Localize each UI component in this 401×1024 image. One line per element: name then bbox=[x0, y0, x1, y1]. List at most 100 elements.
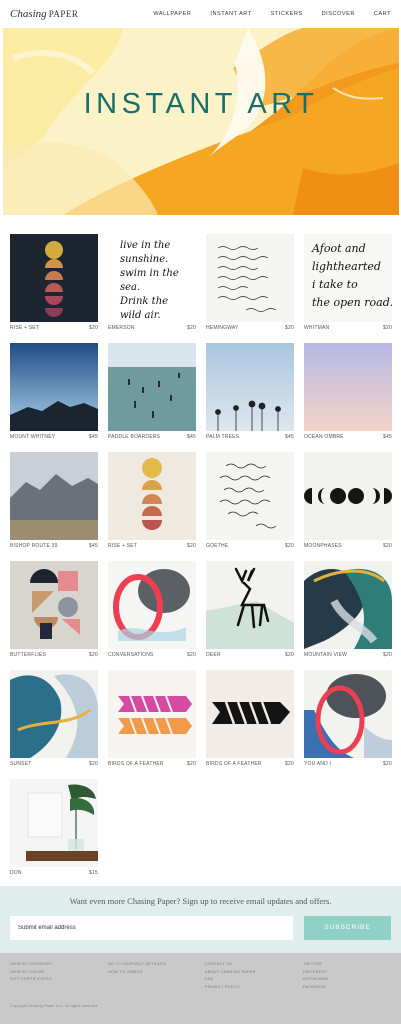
product-name: DEER bbox=[206, 652, 221, 658]
product-image[interactable] bbox=[206, 670, 294, 758]
product-card[interactable]: live in the sunshine. swim in the sea. D… bbox=[108, 234, 196, 336]
product-name: BUTTERFLIES bbox=[10, 652, 47, 658]
product-price: $20 bbox=[285, 761, 294, 767]
product-card[interactable]: Afoot and lighthearted i take to the ope… bbox=[304, 234, 392, 336]
hero-banner: INSTANT ART bbox=[3, 28, 399, 215]
product-image[interactable] bbox=[10, 670, 98, 758]
product-card[interactable]: BUTTERFLIES $20 bbox=[10, 561, 98, 663]
product-name: RISE + SET bbox=[108, 543, 138, 549]
product-image[interactable]: live in the sunshine. swim in the sea. D… bbox=[108, 234, 196, 322]
product-price: $20 bbox=[285, 325, 294, 331]
footer-link[interactable]: VIEW BY COLOR bbox=[10, 969, 53, 977]
svg-text:swim in the: swim in the bbox=[120, 268, 179, 279]
nav-stickers[interactable]: STICKERS bbox=[271, 11, 303, 17]
footer-link[interactable]: ABOUT CHASING PAPER bbox=[205, 969, 256, 977]
logo-script: Chasing bbox=[10, 8, 47, 20]
product-image[interactable] bbox=[304, 561, 392, 649]
product-card[interactable]: MOUNTAIN VIEW $20 bbox=[304, 561, 392, 663]
product-image[interactable] bbox=[206, 234, 294, 322]
svg-text:sea.: sea. bbox=[120, 282, 140, 293]
svg-text:Drink the: Drink the bbox=[119, 296, 168, 307]
product-card[interactable]: BISHOP ROUTE 39 $45 bbox=[10, 452, 98, 554]
product-card[interactable]: RISE + SET $20 bbox=[108, 452, 196, 554]
svg-text:the open road.: the open road. bbox=[312, 296, 392, 309]
product-price: $20 bbox=[383, 325, 392, 331]
nav-discover[interactable]: DISCOVER bbox=[322, 11, 355, 17]
product-card[interactable]: BIRDS OF A FEATHER $20 bbox=[206, 670, 294, 772]
logo-caps: PAPER bbox=[48, 9, 79, 19]
footer-link[interactable]: PINTEREST bbox=[303, 969, 328, 977]
product-name: BISHOP ROUTE 39 bbox=[10, 543, 58, 549]
footer-link[interactable]: INSTAGRAM bbox=[303, 976, 328, 984]
product-card[interactable]: PALM TREES $45 bbox=[206, 343, 294, 445]
product-card[interactable]: HEMINGWAY $20 bbox=[206, 234, 294, 336]
product-card[interactable]: YOU AND I $20 bbox=[304, 670, 392, 772]
product-price: $20 bbox=[187, 761, 196, 767]
footer-link[interactable]: CONTACT US bbox=[205, 961, 256, 969]
nav-instant-art[interactable]: INSTANT ART bbox=[210, 11, 251, 17]
product-image[interactable] bbox=[304, 343, 392, 431]
product-name: BIRDS OF A FEATHER bbox=[108, 761, 164, 767]
product-image[interactable] bbox=[108, 343, 196, 431]
product-name: SUNSET bbox=[10, 761, 32, 767]
product-name: HEMINGWAY bbox=[206, 325, 239, 331]
product-price: $20 bbox=[187, 325, 196, 331]
product-card[interactable]: OCEAN OMBRE $45 bbox=[304, 343, 392, 445]
product-price: $15 bbox=[89, 870, 98, 876]
product-price: $45 bbox=[89, 434, 98, 440]
site-footer: VIEW BY CATEGORY VIEW BY COLOR GIFT CERT… bbox=[0, 953, 401, 1024]
svg-text:lighthearted: lighthearted bbox=[312, 260, 381, 273]
nav-cart[interactable]: CART bbox=[374, 11, 391, 17]
product-image[interactable] bbox=[108, 561, 196, 649]
product-price: $20 bbox=[187, 652, 196, 658]
product-name: PADDLE BOARDERS bbox=[108, 434, 161, 440]
product-price: $45 bbox=[187, 434, 196, 440]
footer-link[interactable]: PRIVACY POLICY bbox=[205, 984, 256, 992]
product-card[interactable]: CONVERSATIONS $20 bbox=[108, 561, 196, 663]
footer-link[interactable]: FAQ bbox=[205, 976, 256, 984]
product-name: MOUNTAIN VIEW bbox=[304, 652, 348, 658]
footer-col-social: TWITTER PINTEREST INSTAGRAM FACEBOOK bbox=[303, 961, 328, 991]
site-logo[interactable]: Chasing PAPER bbox=[10, 8, 78, 20]
product-name: DON bbox=[10, 870, 22, 876]
product-image[interactable] bbox=[108, 670, 196, 758]
product-price: $45 bbox=[383, 434, 392, 440]
product-card[interactable]: SUNSET $20 bbox=[10, 670, 98, 772]
newsletter-text: Want even more Chasing Paper? Sign up to… bbox=[69, 896, 332, 906]
product-price: $45 bbox=[285, 434, 294, 440]
product-image[interactable] bbox=[10, 561, 98, 649]
svg-text:i take to: i take to bbox=[312, 278, 358, 291]
footer-link[interactable]: FACEBOOK bbox=[303, 984, 328, 992]
footer-link[interactable]: TWITTER bbox=[303, 961, 328, 969]
product-card[interactable]: MOUNT WHITNEY $45 bbox=[10, 343, 98, 445]
product-name: MOONPHASES bbox=[304, 543, 342, 549]
product-card[interactable]: PADDLE BOARDERS $45 bbox=[108, 343, 196, 445]
footer-link[interactable]: HOW TO VIDEOS bbox=[108, 969, 166, 977]
product-price: $20 bbox=[89, 652, 98, 658]
footer-link[interactable]: GIFT CERTIFICATES bbox=[10, 976, 53, 984]
product-card[interactable]: DON $15 bbox=[10, 779, 98, 881]
product-image[interactable] bbox=[10, 234, 98, 322]
product-card[interactable]: MOONPHASES $20 bbox=[304, 452, 392, 554]
product-image[interactable] bbox=[10, 343, 98, 431]
nav-wallpaper[interactable]: WALLPAPER bbox=[153, 11, 191, 17]
product-image[interactable] bbox=[206, 343, 294, 431]
subscribe-button[interactable]: SUBSCRIBE bbox=[304, 916, 391, 940]
product-card[interactable]: BIRDS OF A FEATHER $20 bbox=[108, 670, 196, 772]
product-image[interactable] bbox=[108, 452, 196, 540]
email-input[interactable] bbox=[10, 916, 293, 940]
footer-link[interactable]: DO-IT-YOURSELF ARTICLES bbox=[108, 961, 166, 969]
product-card[interactable]: DEER $20 bbox=[206, 561, 294, 663]
product-image[interactable]: Afoot and lighthearted i take to the ope… bbox=[304, 234, 392, 322]
product-card[interactable]: RISE + SET $20 bbox=[10, 234, 98, 336]
copyright-text: Copyright Chasing Paper LLC. All rights … bbox=[10, 1003, 99, 1008]
product-image[interactable] bbox=[206, 452, 294, 540]
product-card[interactable]: GOETHE $20 bbox=[206, 452, 294, 554]
product-image[interactable] bbox=[304, 670, 392, 758]
product-name: PALM TREES bbox=[206, 434, 240, 440]
product-image[interactable] bbox=[206, 561, 294, 649]
product-image[interactable] bbox=[10, 452, 98, 540]
footer-link[interactable]: VIEW BY CATEGORY bbox=[10, 961, 53, 969]
product-image[interactable] bbox=[304, 452, 392, 540]
product-image[interactable] bbox=[10, 779, 98, 867]
